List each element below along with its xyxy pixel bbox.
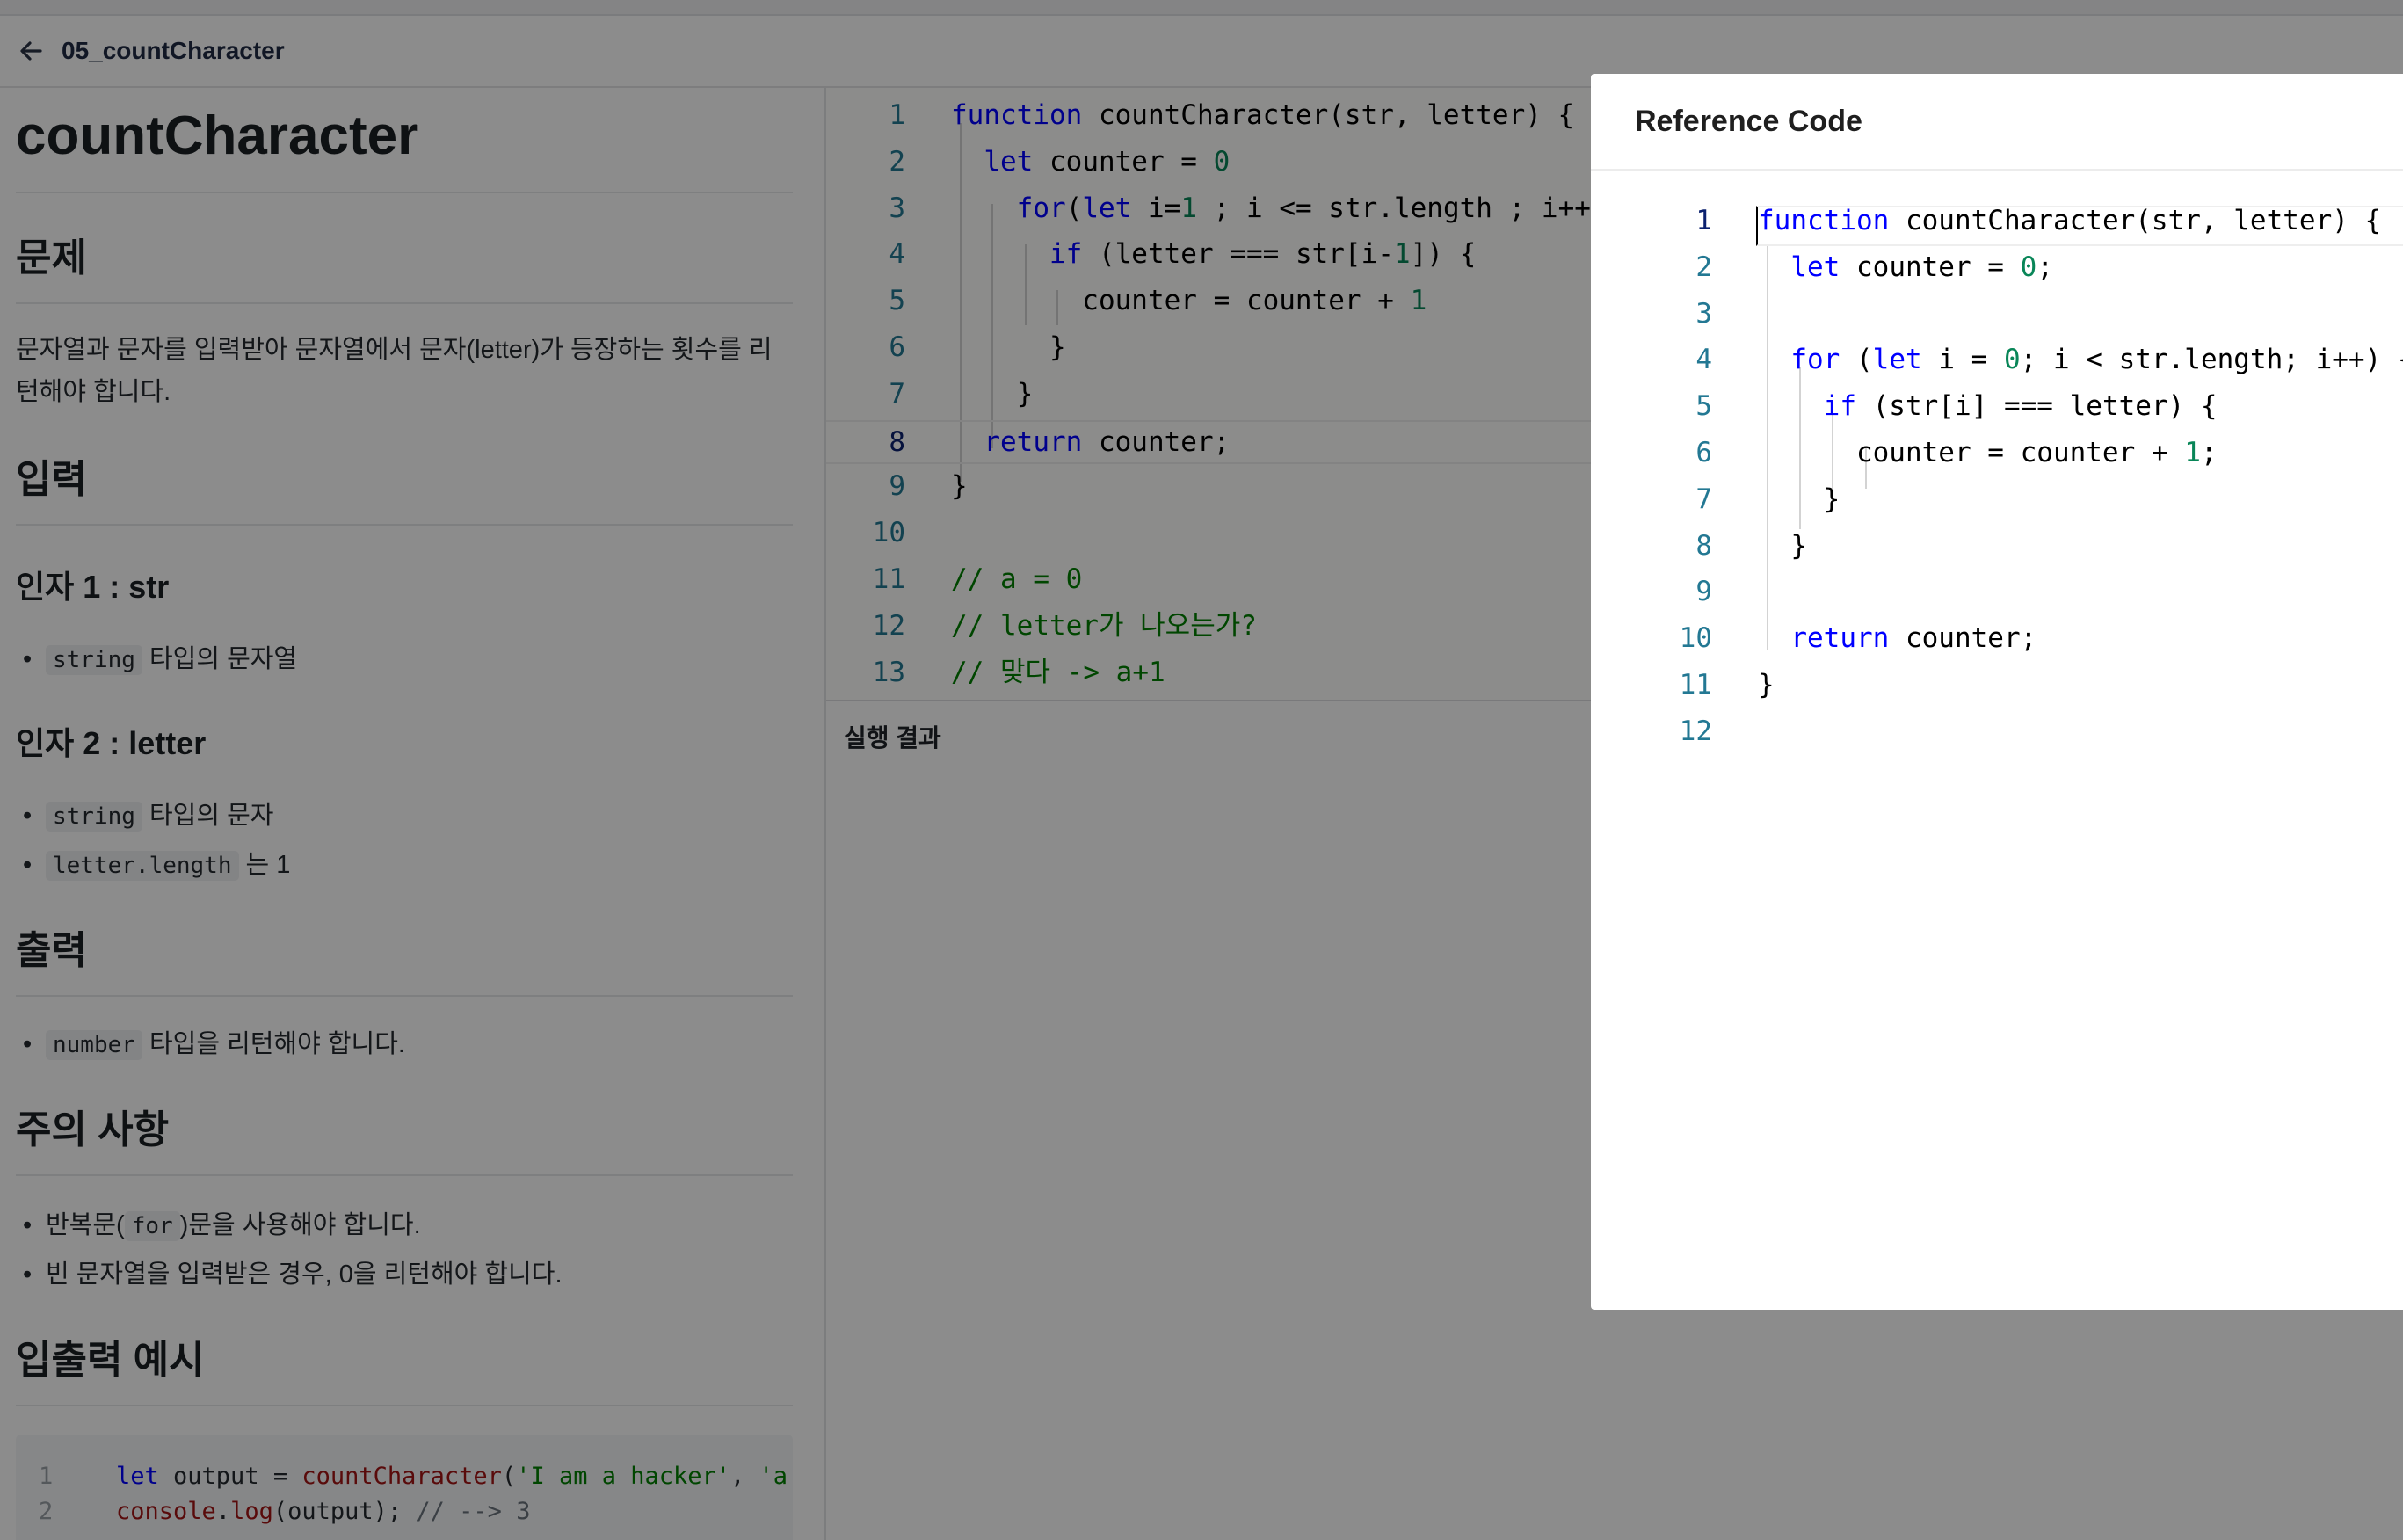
code-text: counter = counter + 1; [1758, 437, 2218, 469]
code-text: } [1758, 483, 1840, 515]
code-text: } [1758, 669, 1775, 701]
code-line: 7 } [1591, 479, 2403, 519]
code-line: 2 let counter = 0; [1591, 247, 2403, 287]
line-number: 12 [1679, 715, 1712, 747]
code-text: for (let i = 0; i < str.length; i++) { [1790, 344, 2403, 376]
line-number: 11 [1679, 669, 1712, 701]
modal-title: Reference Code [1635, 105, 1862, 138]
code-line: 8 } [1591, 526, 2403, 566]
line-number: 6 [1695, 437, 1712, 469]
line-number: 5 [1695, 390, 1712, 423]
code-text: if (str[i] === letter) { [1823, 390, 2218, 423]
code-line: 4 for (let i = 0; i < str.length; i++) { [1591, 339, 2403, 380]
code-line: 6 counter = counter + 1; [1591, 432, 2403, 473]
line-number: 1 [1695, 205, 1712, 236]
code-line: 10 return counter; [1591, 618, 2403, 658]
line-number: 3 [1695, 297, 1712, 330]
line-number: 9 [1695, 576, 1712, 608]
code-line: 11} [1591, 665, 2403, 705]
line-number: 4 [1695, 344, 1712, 376]
code-text: } [1758, 529, 1807, 562]
line-number: 2 [1695, 251, 1712, 283]
line-number: 10 [1679, 622, 1712, 655]
code-line: 12 [1591, 711, 2403, 752]
code-line: 1 function countCharacter(str, letter) { [1591, 200, 2403, 241]
code-text: let counter = 0; [1790, 251, 2053, 283]
line-number: 7 [1695, 483, 1712, 515]
modal-header: Reference Code [1591, 74, 2403, 171]
reference-code-viewer[interactable]: 1 function countCharacter(str, letter) { 2… [1591, 205, 2403, 747]
code-text: function countCharacter(str, letter) { [1758, 205, 2382, 236]
code-line: 3 [1591, 294, 2403, 334]
line-number: 8 [1695, 529, 1712, 562]
reference-code-modal: Reference Code 1 function countCharacter(… [1591, 74, 2403, 1310]
code-line: 5 if (str[i] === letter) { [1591, 386, 2403, 426]
code-line: 9 [1591, 571, 2403, 612]
code-text: return counter; [1790, 622, 2037, 655]
